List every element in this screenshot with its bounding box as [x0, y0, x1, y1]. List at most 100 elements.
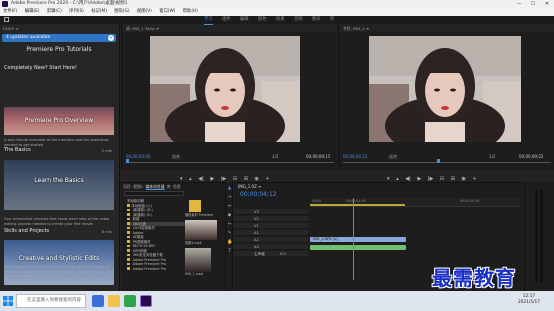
track-header-master[interactable]: 主声道 0.0 — [234, 251, 308, 257]
source-timecode-duration: 00;00;09;15 — [306, 154, 331, 159]
updates-label: 4 updates available — [6, 35, 51, 40]
sequence-tab[interactable]: IMG_1.0Z ≡ — [238, 184, 261, 189]
ruler-label: 00;00 — [312, 199, 322, 203]
audio-meter-left — [535, 190, 538, 282]
master-volume-value[interactable]: 0.0 — [280, 252, 286, 256]
video-thumbnail[interactable] — [185, 220, 217, 240]
work-area-bar[interactable] — [310, 204, 405, 206]
workspace-tab-libraries[interactable]: 库 — [330, 16, 334, 24]
workspace-tab-color[interactable]: 颜色 — [258, 16, 267, 24]
windows-start-icon[interactable] — [3, 296, 13, 306]
pen-tool-icon[interactable]: ✎ — [227, 231, 232, 236]
timeline-ruler[interactable]: 00;00 00;00;04;29 00;00;09;29 — [310, 198, 520, 207]
card-creative-desc: Five interactive tutorials that teach th… — [4, 265, 114, 279]
folder-icon[interactable] — [189, 200, 201, 212]
source-video-image — [150, 36, 300, 142]
ruler-label: 00;00;09;29 — [460, 199, 480, 203]
menu-edit[interactable]: 编辑(E) — [25, 9, 40, 14]
slip-tool-icon[interactable]: ↔ — [227, 222, 232, 227]
file-explorer-icon[interactable] — [108, 295, 120, 307]
premiere-taskbar-icon[interactable] — [140, 295, 152, 307]
source-timecode-current[interactable]: 00;00;00;00 — [126, 154, 150, 159]
track-header-v1[interactable]: V1 — [234, 223, 308, 229]
track-header-a3[interactable]: A3 — [234, 244, 308, 250]
home-icon[interactable] — [4, 17, 9, 22]
program-playhead[interactable] — [437, 159, 440, 163]
source-monitor-tab[interactable]: 源: IMG_1.TAGs ≡ — [122, 25, 337, 32]
workspace-tab-assembly[interactable]: 组件 — [222, 16, 231, 24]
title-bar: Adobe Premiere Pro 2020 - C:\用户\Adobe\桌面… — [0, 0, 554, 8]
program-video-frame — [369, 36, 521, 142]
card-basics-desc: Four interactive tutorials that cover ea… — [4, 217, 110, 226]
source-time-ruler[interactable] — [126, 162, 334, 163]
updates-banner[interactable]: 4 updates available + — [2, 34, 116, 42]
system-clock[interactable]: 12:17 2021/5/17 — [518, 294, 540, 306]
minimize-button[interactable]: — — [512, 0, 526, 8]
menu-window[interactable]: 窗口(W) — [159, 9, 175, 14]
learn-panel-header[interactable]: Learn ≡ — [3, 26, 19, 31]
razor-tool-icon[interactable]: ◆ — [227, 213, 232, 218]
program-fit-dropdown[interactable]: 适合 — [389, 154, 397, 160]
track-select-tool-icon[interactable]: ⇥ — [227, 195, 232, 200]
source-fit-dropdown[interactable]: 适合 — [172, 154, 180, 160]
hand-tool-icon[interactable]: ✋ — [227, 240, 233, 245]
tab-info[interactable]: 信息 — [173, 184, 181, 189]
menu-clip[interactable]: 剪辑(C) — [47, 9, 62, 14]
track-header-v3[interactable]: V3 — [234, 209, 308, 215]
audio-clip[interactable] — [310, 245, 406, 250]
ripple-edit-tool-icon[interactable]: ⟛ — [227, 204, 232, 209]
master-track-label: 主声道 — [254, 252, 265, 256]
menu-file[interactable]: 文件(F) — [3, 9, 17, 14]
tutorial-card-overview[interactable]: Premiere Pro Overview — [4, 107, 114, 135]
program-timecode-current[interactable]: 00;00;04;12 — [343, 154, 367, 159]
workspace-tab-effects[interactable]: 效果 — [276, 16, 285, 24]
video-thumbnail[interactable] — [185, 248, 211, 272]
menu-bar: 文件(F) 编辑(E) 剪辑(C) 序列(S) 标记(M) 图形(G) 视图(V… — [0, 8, 554, 16]
media-browser-search[interactable] — [124, 191, 184, 196]
project-panel-tabs: 项目: 视频1 媒体浏览器 库 信息 — [123, 184, 181, 190]
close-button[interactable]: ✕ — [540, 0, 554, 8]
program-monitor-tab[interactable]: 节目: IMG_1 ≡ — [339, 25, 554, 32]
section-basics-heading: The Basics — [4, 147, 31, 153]
tree-item[interactable]: Adobe Premiere Pro — [127, 267, 185, 272]
selection-tool-icon[interactable]: ▲ — [227, 186, 232, 191]
timeline-playhead[interactable] — [353, 198, 354, 280]
menu-graphics[interactable]: 图形(G) — [114, 9, 129, 14]
tools-panel: ▲ ⇥ ⟛ ◆ ↔ ✎ ✋ T — [225, 182, 233, 291]
type-tool-icon[interactable]: T — [227, 249, 232, 254]
workspace-tab-learn[interactable]: 学习 — [204, 16, 213, 25]
maximize-button[interactable]: ☐ — [526, 0, 540, 8]
program-zoom-dropdown[interactable]: 1/2 — [489, 154, 495, 159]
track-header-a1[interactable]: A1 — [234, 230, 308, 236]
browser-icon[interactable] — [124, 295, 136, 307]
taskbar-search-box[interactable]: 在这里输入你要搜索的内容 — [16, 294, 86, 308]
card-overview-duration: 2 min — [101, 149, 112, 153]
media-thumbnails: 播放素材 Premiere 视频1.mp4 IMG_1.mp4 — [185, 199, 225, 276]
menu-marker[interactable]: 标记(M) — [91, 9, 107, 14]
timeline-timecode[interactable]: 00;00;04;12 — [240, 191, 277, 198]
workspace-tab-graphics[interactable]: 图形 — [312, 16, 321, 24]
tab-libraries[interactable]: 库 — [167, 184, 171, 189]
menu-help[interactable]: 帮助(H) — [183, 9, 198, 14]
menu-sequence[interactable]: 序列(S) — [69, 9, 84, 14]
premiere-logo-icon — [2, 1, 8, 7]
task-view-icon[interactable] — [92, 295, 104, 307]
source-playhead[interactable] — [126, 159, 129, 163]
menu-view[interactable]: 视图(V) — [137, 9, 152, 14]
tab-project[interactable]: 项目: 视频1 — [123, 184, 143, 189]
program-time-ruler[interactable] — [343, 162, 551, 163]
workspace-tab-audio[interactable]: 音频 — [294, 16, 303, 24]
tutorial-card-basics[interactable]: Learn the Basics — [4, 160, 114, 210]
learn-panel: Learn ≡ 4 updates available + Premiere P… — [0, 25, 120, 291]
plus-icon[interactable]: + — [108, 35, 114, 41]
track-header-a2[interactable]: A2 — [234, 237, 308, 243]
workspace-bar: 学习 组件 编辑 颜色 效果 音频 图形 库 — [0, 16, 554, 25]
audio-meter-right — [540, 190, 543, 282]
card-basics-duration: 6 min — [101, 230, 112, 234]
video-clip[interactable]: IMG_1.MP4 [V] — [310, 237, 406, 242]
track-header-v2[interactable]: V2 — [234, 216, 308, 222]
workspace-tab-editing[interactable]: 编辑 — [240, 16, 249, 24]
source-zoom-dropdown[interactable]: 1/2 — [272, 154, 278, 159]
tab-media-browser[interactable]: 媒体浏览器 — [145, 184, 165, 190]
card-creative-title: Creative and Stylistic Edits — [18, 255, 100, 262]
